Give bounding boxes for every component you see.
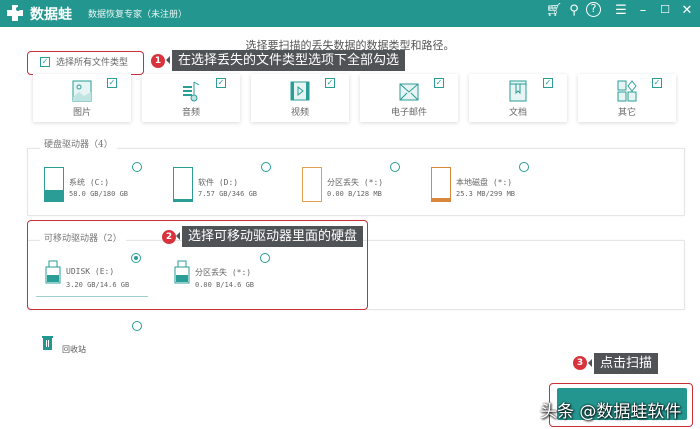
callout-badge-2: 2 (162, 230, 176, 244)
file-type-checkbox[interactable]: ✓ (652, 78, 662, 88)
file-type-checkbox[interactable]: ✓ (216, 78, 226, 88)
file-type-label: 音频 (181, 108, 200, 118)
drive-radio[interactable] (390, 162, 400, 172)
drive-radio[interactable] (519, 162, 529, 172)
disk-icon (302, 167, 322, 202)
drive-name: 系统 (C:) (69, 178, 110, 187)
minimize-icon[interactable]: – (634, 3, 652, 18)
file-type-card-3[interactable]: 电子邮件 ✓ (360, 74, 458, 122)
disk-icon (44, 167, 64, 202)
file-type-label: 图片 (72, 108, 91, 118)
file-type-label: 文档 (508, 108, 527, 118)
pin-icon[interactable]: ⚲ (565, 3, 583, 18)
image-icon (72, 80, 92, 102)
audio-icon (183, 81, 200, 102)
watermark: 头条 @数据蛙软件 (540, 402, 682, 422)
drive-size: 58.0 GB/180 GB (69, 190, 129, 198)
drive-radio[interactable] (261, 162, 271, 172)
file-type-card-1[interactable]: 音频 ✓ (142, 74, 240, 122)
select-all-checkbox[interactable]: ✓ (40, 57, 50, 67)
recycle-bin-radio[interactable] (132, 321, 142, 331)
document-icon (509, 80, 527, 102)
video-icon (290, 81, 310, 101)
maximize-icon[interactable]: ☐ (656, 3, 674, 16)
drive-size: 25.3 MB/299 MB (456, 190, 516, 198)
callout-tip-2: 选择可移动驱动器里面的硬盘 (175, 226, 364, 247)
drive-size: 7.57 GB/346 GB (198, 190, 258, 198)
logo-icon (7, 5, 23, 21)
callout-tip-3: 点击扫描 (587, 353, 659, 374)
app-name: 数据蛙 (30, 7, 72, 23)
callout-tip-1: 在选择丢失的文件类型选项下全部勾选 (165, 50, 406, 71)
file-type-label: 视频 (290, 108, 309, 118)
drive-size: 0.00 B/128 MB (327, 190, 382, 198)
app-subtitle: 数据恢复专家（未注册） (88, 10, 188, 20)
menu-icon[interactable]: ☰ (612, 3, 630, 18)
usb-drive-size: 0.00 B/14.6 GB (195, 281, 255, 289)
file-type-card-0[interactable]: 图片 ✓ (33, 74, 131, 122)
recycle-bin-label: 回收站 (62, 345, 86, 354)
file-type-checkbox[interactable]: ✓ (107, 78, 117, 88)
callout-badge-3: 3 (573, 356, 587, 370)
file-type-checkbox[interactable]: ✓ (325, 78, 335, 88)
disk-icon (173, 167, 193, 202)
usb-drive-icon (45, 260, 61, 284)
close-icon[interactable]: ✕ (678, 3, 696, 18)
cart-icon[interactable]: 🛒︎ (545, 3, 563, 18)
disk-icon (431, 167, 451, 202)
hard-drive-title: 硬盘驱动器（4） (40, 137, 117, 150)
file-type-checkbox[interactable]: ✓ (434, 78, 444, 88)
file-type-checkbox[interactable]: ✓ (543, 78, 553, 88)
file-type-card-2[interactable]: 视频 ✓ (251, 74, 349, 122)
callout-badge-1: 1 (151, 54, 165, 68)
usb-radio[interactable] (131, 253, 141, 263)
usb-radio[interactable] (260, 253, 270, 263)
select-all-label: 选择所有文件类型 (56, 58, 129, 68)
file-type-card-5[interactable]: 其它 ✓ (578, 74, 676, 122)
selected-underline (36, 296, 148, 297)
drive-name: 本地磁盘 (*:) (456, 178, 513, 187)
usb-drive-size: 3.20 GB/14.6 GB (66, 281, 130, 289)
removable-title: 可移动驱动器（2） (40, 231, 126, 244)
help-icon[interactable]: ? (586, 2, 601, 17)
usb-drive-icon (174, 260, 190, 284)
email-icon (399, 83, 419, 101)
trash-icon (42, 336, 53, 350)
file-type-card-4[interactable]: 文档 ✓ (469, 74, 567, 122)
usb-drive-name: UDISK (E:) (66, 267, 115, 276)
drive-name: 软件 (D:) (198, 178, 239, 187)
drive-radio[interactable] (132, 162, 142, 172)
other-icon (617, 80, 637, 102)
file-type-label: 其它 (617, 108, 636, 118)
usb-drive-name: 分区丢失 (*:) (195, 268, 252, 277)
drive-name: 分区丢失 (*:) (327, 178, 384, 187)
file-type-label: 电子邮件 (390, 108, 427, 118)
